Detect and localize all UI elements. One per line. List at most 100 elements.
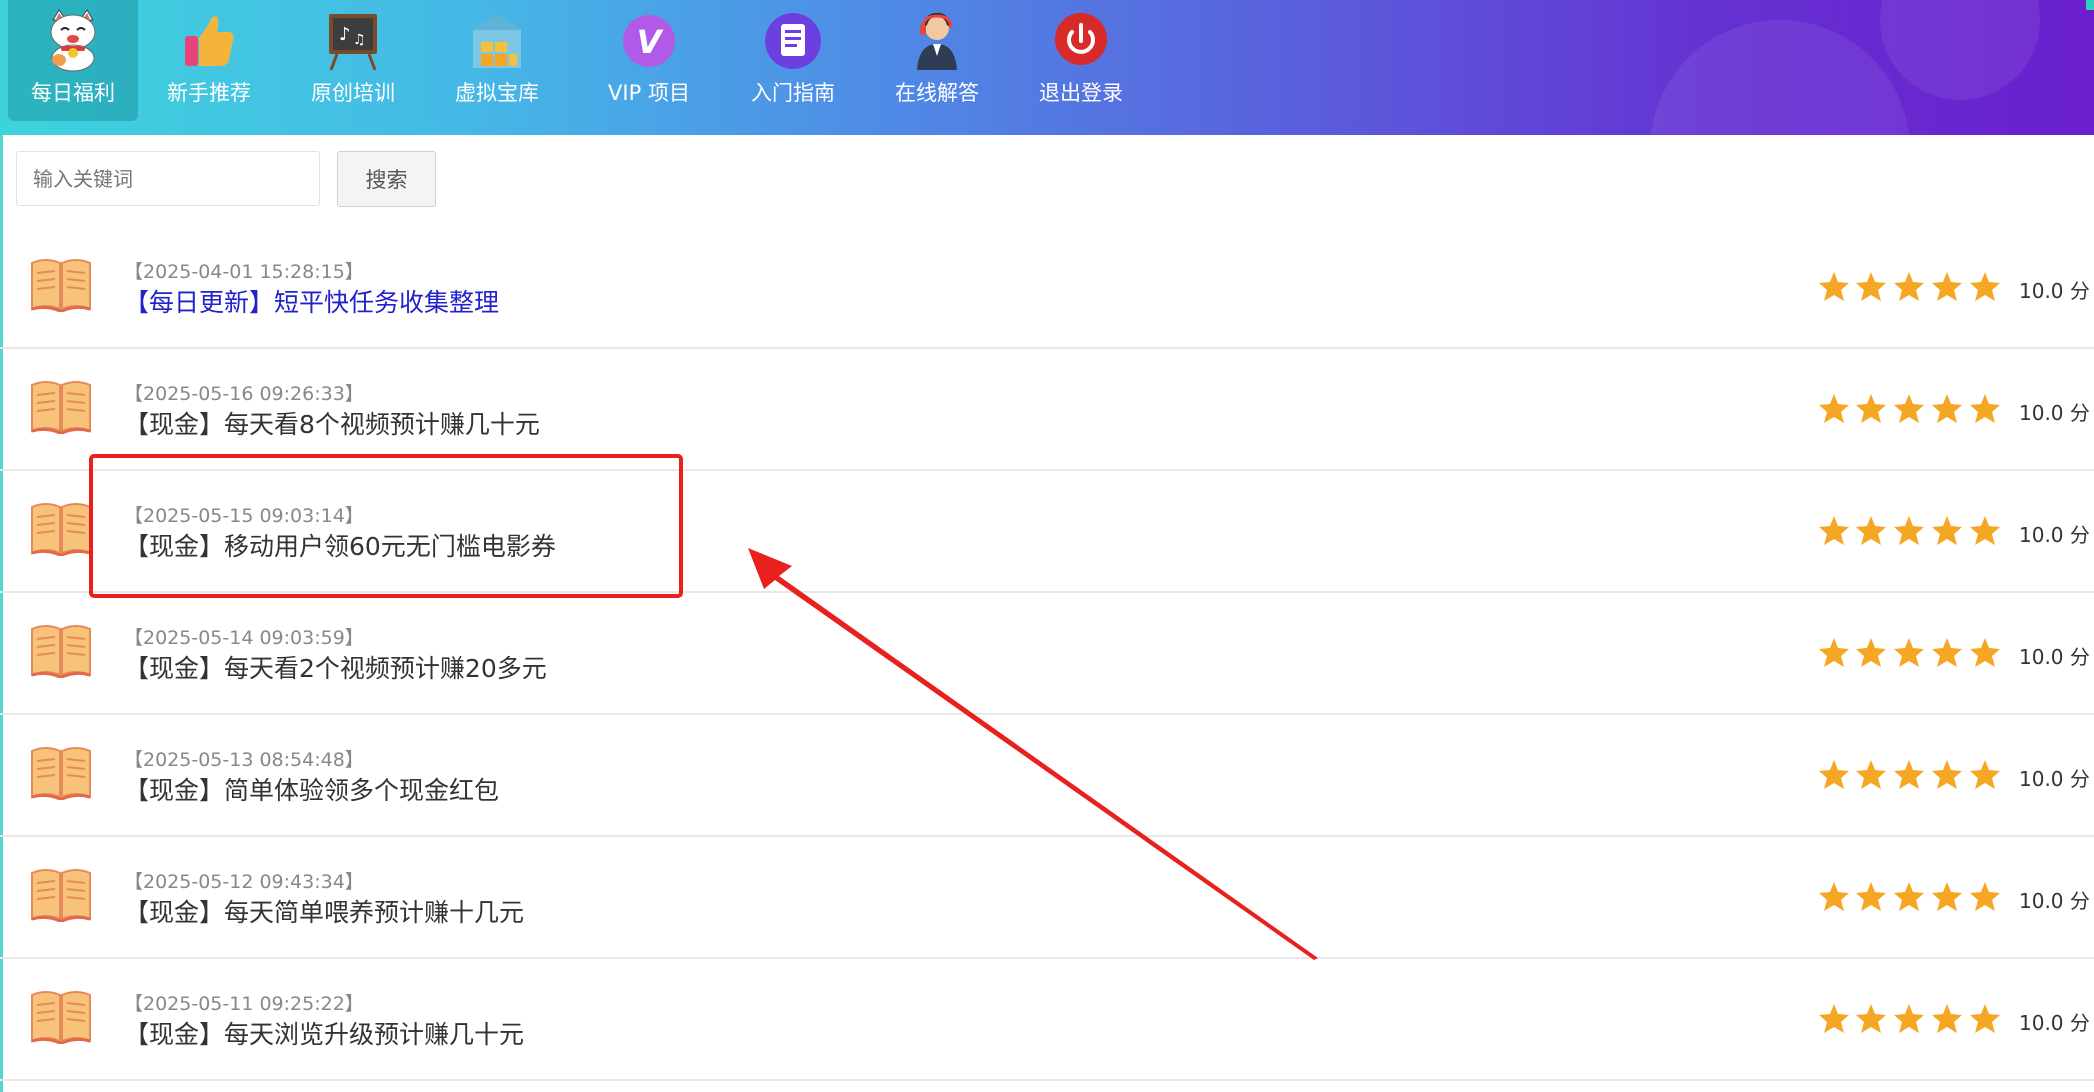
- nav-item-label: 新手推荐: [167, 81, 251, 105]
- item-score: 10.0 分: [2019, 401, 2090, 425]
- star-icon: [1818, 515, 1850, 547]
- star-icon: [1855, 515, 1887, 547]
- power-icon: [1055, 13, 1107, 65]
- item-timestamp: 【2025-05-14 09:03:59】: [124, 627, 364, 649]
- star-icon: [1893, 759, 1925, 791]
- nav-item-label: 虚拟宝库: [455, 81, 539, 105]
- list-item[interactable]: 【2025-05-11 09:25:22】 【现金】每天浏览升级预计赚几十元 10.…: [0, 959, 2094, 1081]
- item-timestamp: 【2025-05-15 09:03:14】: [124, 505, 364, 527]
- star-icon: [1855, 881, 1887, 913]
- item-score: 10.0 分: [2019, 523, 2090, 547]
- star-icon: [1818, 759, 1850, 791]
- list-item[interactable]: 【2025-05-13 08:54:48】 【现金】简单体验领多个现金红包 10.0…: [0, 715, 2094, 837]
- star-rating: [1818, 271, 2003, 303]
- star-rating: [1818, 881, 2003, 913]
- nav-item-label: 入门指南: [751, 81, 835, 105]
- svg-text:♫: ♫: [353, 32, 366, 48]
- star-rating: [1818, 759, 2003, 791]
- star-icon: [1893, 271, 1925, 303]
- book-icon: [30, 867, 92, 923]
- item-timestamp: 【2025-05-16 09:26:33】: [124, 383, 364, 405]
- book-icon: [30, 257, 92, 313]
- item-title-link[interactable]: 【现金】简单体验领多个现金红包: [124, 771, 499, 807]
- nav-item-label: 原创培训: [311, 81, 395, 105]
- star-icon: [1893, 881, 1925, 913]
- star-icon: [1818, 1003, 1850, 1035]
- list-item[interactable]: 【2025-05-12 09:43:34】 【现金】每天简单喂养预计赚十几元 10.…: [0, 837, 2094, 959]
- nav-item-virtual-treasury[interactable]: 虚拟宝库: [432, 0, 562, 121]
- lucky-cat-icon: [50, 9, 96, 72]
- nav-item-daily-benefits[interactable]: 每日福利: [8, 0, 138, 121]
- star-icon: [1893, 393, 1925, 425]
- top-navigation-bar: 每日福利 新手推荐 ♪ ♫ 原创培训 虚拟宝库 V VIP 项目 入门指南 在线…: [0, 0, 2094, 135]
- star-icon: [1931, 1003, 1963, 1035]
- star-icon: [1818, 393, 1850, 425]
- nav-item-label: 在线解答: [895, 81, 979, 105]
- star-icon: [1969, 515, 2001, 547]
- nav-item-label: 每日福利: [31, 81, 115, 105]
- star-icon: [1855, 637, 1887, 669]
- list-item[interactable]: 【2025-04-01 15:28:15】 【每日更新】短平快任务收集整理 10.0…: [0, 227, 2094, 349]
- nav-item-getting-started[interactable]: 入门指南: [728, 0, 858, 121]
- corner-marker: [2086, 0, 2094, 10]
- star-icon: [1818, 881, 1850, 913]
- item-title-link[interactable]: 【现金】每天看2个视频预计赚20多元: [124, 649, 547, 685]
- document-icon: [765, 13, 821, 69]
- item-timestamp: 【2025-04-01 15:28:15】: [124, 261, 364, 283]
- star-rating: [1818, 393, 2003, 425]
- star-icon: [1931, 759, 1963, 791]
- star-icon: [1931, 393, 1963, 425]
- item-title-link[interactable]: 【每日更新】短平快任务收集整理: [124, 283, 499, 319]
- star-icon: [1969, 881, 2001, 913]
- star-icon: [1893, 1003, 1925, 1035]
- thumbs-up-icon: [185, 16, 234, 66]
- nav-item-newbie-picks[interactable]: 新手推荐: [144, 0, 274, 121]
- star-icon: [1855, 271, 1887, 303]
- svg-text:♪: ♪: [339, 24, 351, 45]
- item-title-link[interactable]: 【现金】每天看8个视频预计赚几十元: [124, 405, 540, 441]
- book-icon: [30, 745, 92, 801]
- nav-item-label: VIP 项目: [608, 81, 690, 105]
- list-item[interactable]: 【2025-05-15 09:03:14】 【现金】移动用户领60元无门槛电影券 1…: [0, 471, 2094, 593]
- item-title-link[interactable]: 【现金】每天浏览升级预计赚几十元: [124, 1015, 524, 1051]
- star-icon: [1969, 759, 2001, 791]
- list-item[interactable]: 【2025-05-16 09:26:33】 【现金】每天看8个视频预计赚几十元 10…: [0, 349, 2094, 471]
- star-icon: [1969, 637, 2001, 669]
- star-icon: [1969, 271, 2001, 303]
- star-icon: [1855, 393, 1887, 425]
- nav-item-vip-projects[interactable]: V VIP 项目: [584, 0, 714, 121]
- nav-item-original-training[interactable]: ♪ ♫ 原创培训: [288, 0, 418, 121]
- nav-item-label: 退出登录: [1039, 81, 1123, 105]
- star-icon: [1931, 637, 1963, 669]
- star-icon: [1855, 759, 1887, 791]
- book-icon: [30, 989, 92, 1045]
- item-title-link[interactable]: 【现金】每天简单喂养预计赚十几元: [124, 893, 524, 929]
- star-rating: [1818, 637, 2003, 669]
- nav-item-online-answers[interactable]: 在线解答: [872, 0, 1002, 121]
- book-icon: [30, 623, 92, 679]
- star-rating: [1818, 515, 2003, 547]
- star-icon: [1931, 271, 1963, 303]
- star-rating: [1818, 1003, 2003, 1035]
- chalkboard-icon: ♪ ♫: [329, 14, 377, 71]
- search-input[interactable]: [16, 151, 320, 206]
- item-score: 10.0 分: [2019, 645, 2090, 669]
- list-item[interactable]: 【2025-05-14 09:03:59】 【现金】每天看2个视频预计赚20多元 1…: [0, 593, 2094, 715]
- star-icon: [1969, 393, 2001, 425]
- star-icon: [1893, 515, 1925, 547]
- item-title-link[interactable]: 【现金】移动用户领60元无门槛电影券: [124, 527, 556, 563]
- item-score: 10.0 分: [2019, 1011, 2090, 1035]
- nav-item-logout[interactable]: 退出登录: [1016, 0, 1146, 121]
- star-icon: [1893, 637, 1925, 669]
- item-timestamp: 【2025-05-13 08:54:48】: [124, 749, 364, 771]
- article-list: 【2025-04-01 15:28:15】 【每日更新】短平快任务收集整理 10.0…: [0, 227, 2094, 1081]
- item-score: 10.0 分: [2019, 767, 2090, 791]
- star-icon: [1969, 1003, 2001, 1035]
- star-icon: [1855, 1003, 1887, 1035]
- item-score: 10.0 分: [2019, 889, 2090, 913]
- book-icon: [30, 501, 92, 557]
- star-icon: [1818, 637, 1850, 669]
- item-timestamp: 【2025-05-11 09:25:22】: [124, 993, 364, 1015]
- search-button[interactable]: 搜索: [337, 151, 436, 207]
- svg-text:V: V: [637, 23, 664, 61]
